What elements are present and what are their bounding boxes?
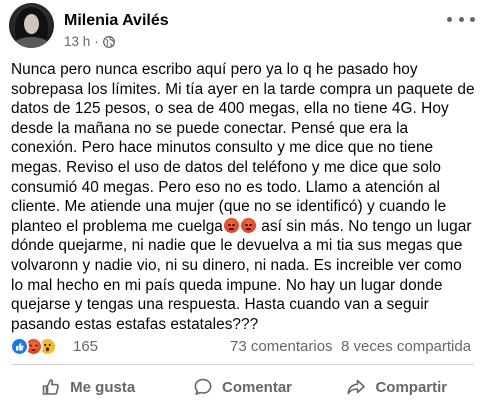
reaction-count[interactable]: 165: [73, 338, 98, 355]
comment-button[interactable]: Comentar: [165, 369, 319, 405]
share-label: Compartir: [375, 378, 448, 396]
like-reaction-icon: [10, 336, 29, 356]
divider: [11, 364, 474, 365]
share-arrow-icon: [347, 379, 366, 395]
share-button[interactable]: Compartir: [320, 369, 474, 405]
author-name[interactable]: Milenia Avilés: [64, 12, 169, 30]
angry-face-emoji-icon: [223, 217, 239, 233]
post-stats: 165 73 comentarios 8 veces compartida: [10, 336, 476, 358]
action-bar: Me gusta Comentar Compartir: [11, 369, 474, 405]
reactions-summary[interactable]: [10, 336, 57, 356]
facebook-post: Milenia Avilés 13 h · Nunca pero nunca e…: [0, 0, 484, 408]
like-label: Me gusta: [70, 378, 136, 396]
more-options-icon[interactable]: [447, 9, 475, 29]
post-text-part1: Nunca pero nunca escribo aquí pero ya lo…: [11, 61, 475, 235]
globe-icon: [102, 35, 115, 48]
comment-label: Comentar: [221, 378, 292, 396]
thumbs-up-icon: [42, 379, 60, 395]
post-header: Milenia Avilés 13 h ·: [9, 3, 479, 53]
comments-count[interactable]: 73 comentarios: [230, 338, 333, 355]
shares-count[interactable]: 8 veces compartida: [341, 338, 471, 355]
meta-separator: ·: [94, 34, 99, 49]
post-time[interactable]: 13 h: [64, 34, 90, 49]
like-button[interactable]: Me gusta: [11, 369, 165, 405]
post-text: Nunca pero nunca escribo aquí pero ya lo…: [11, 60, 476, 334]
post-meta: 13 h ·: [64, 34, 115, 49]
comment-icon: [194, 378, 212, 395]
avatar[interactable]: [9, 3, 54, 48]
angry-face-emoji-icon: [240, 217, 256, 233]
